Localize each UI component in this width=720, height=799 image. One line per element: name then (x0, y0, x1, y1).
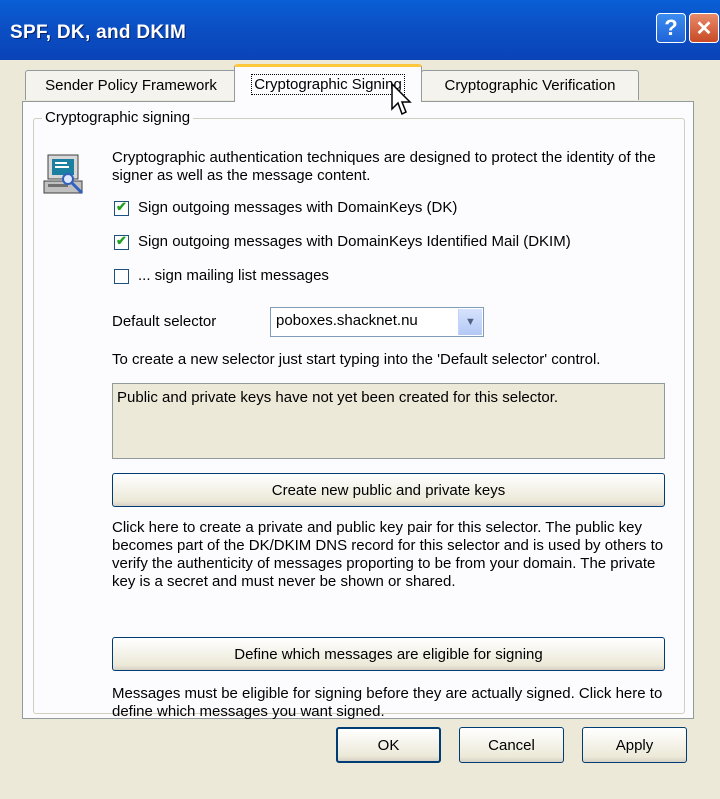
default-selector-combobox[interactable]: poboxes.shacknet.nu ▼ (270, 307, 484, 337)
sign-dkim-checkbox[interactable] (114, 233, 129, 250)
chevron-down-icon[interactable]: ▼ (458, 309, 482, 335)
intro-text: Cryptographic authentication techniques … (112, 149, 656, 184)
title-bar[interactable]: SPF, DK, and DKIM ? ✕ (0, 0, 720, 60)
apply-button[interactable]: Apply (582, 727, 687, 763)
sign-dk-checkbox[interactable] (114, 199, 129, 216)
window-title: SPF, DK, and DKIM (10, 22, 187, 43)
eligible-description: Messages must be eligible for signing be… (112, 685, 663, 720)
mouse-cursor-icon (391, 83, 412, 116)
default-selector-label: Default selector (112, 313, 217, 330)
close-icon[interactable]: ✕ (689, 13, 719, 43)
selector-hint: To create a new selector just start typi… (112, 351, 601, 368)
tab-label: Sender Policy Framework (45, 77, 217, 94)
tab-sender-policy-framework[interactable]: Sender Policy Framework (25, 70, 237, 100)
sign-mailing-list-label: ... sign mailing list messages (138, 267, 329, 284)
sign-mailing-list-checkbox[interactable] (114, 269, 129, 284)
ok-button[interactable]: OK (336, 727, 441, 763)
cancel-button[interactable]: Cancel (459, 727, 564, 763)
create-keys-description: Click here to create a private and publi… (112, 519, 664, 590)
create-keys-button[interactable]: Create new public and private keys (112, 473, 665, 507)
default-selector-value[interactable]: poboxes.shacknet.nu (276, 312, 418, 329)
sign-dk-label: Sign outgoing messages with DomainKeys (… (138, 199, 458, 216)
dialog-window: SPF, DK, and DKIM ? ✕ Sender Policy Fram… (0, 0, 720, 799)
key-status-box: Public and private keys have not yet bee… (112, 383, 665, 459)
group-label: Cryptographic signing (42, 109, 194, 126)
computer-security-icon (43, 154, 84, 195)
cryptographic-signing-group: Cryptographic signing Cryptographic auth… (33, 109, 685, 720)
tab-panel: Cryptographic signing Cryptographic auth… (22, 101, 694, 720)
sign-dkim-label: Sign outgoing messages with DomainKeys I… (138, 233, 571, 250)
help-icon[interactable]: ? (656, 13, 686, 43)
define-eligible-button[interactable]: Define which messages are eligible for s… (112, 637, 665, 671)
tab-label: Cryptographic Signing (251, 74, 405, 95)
tab-cryptographic-verification[interactable]: Cryptographic Verification (421, 70, 639, 100)
tab-label: Cryptographic Verification (444, 77, 616, 94)
